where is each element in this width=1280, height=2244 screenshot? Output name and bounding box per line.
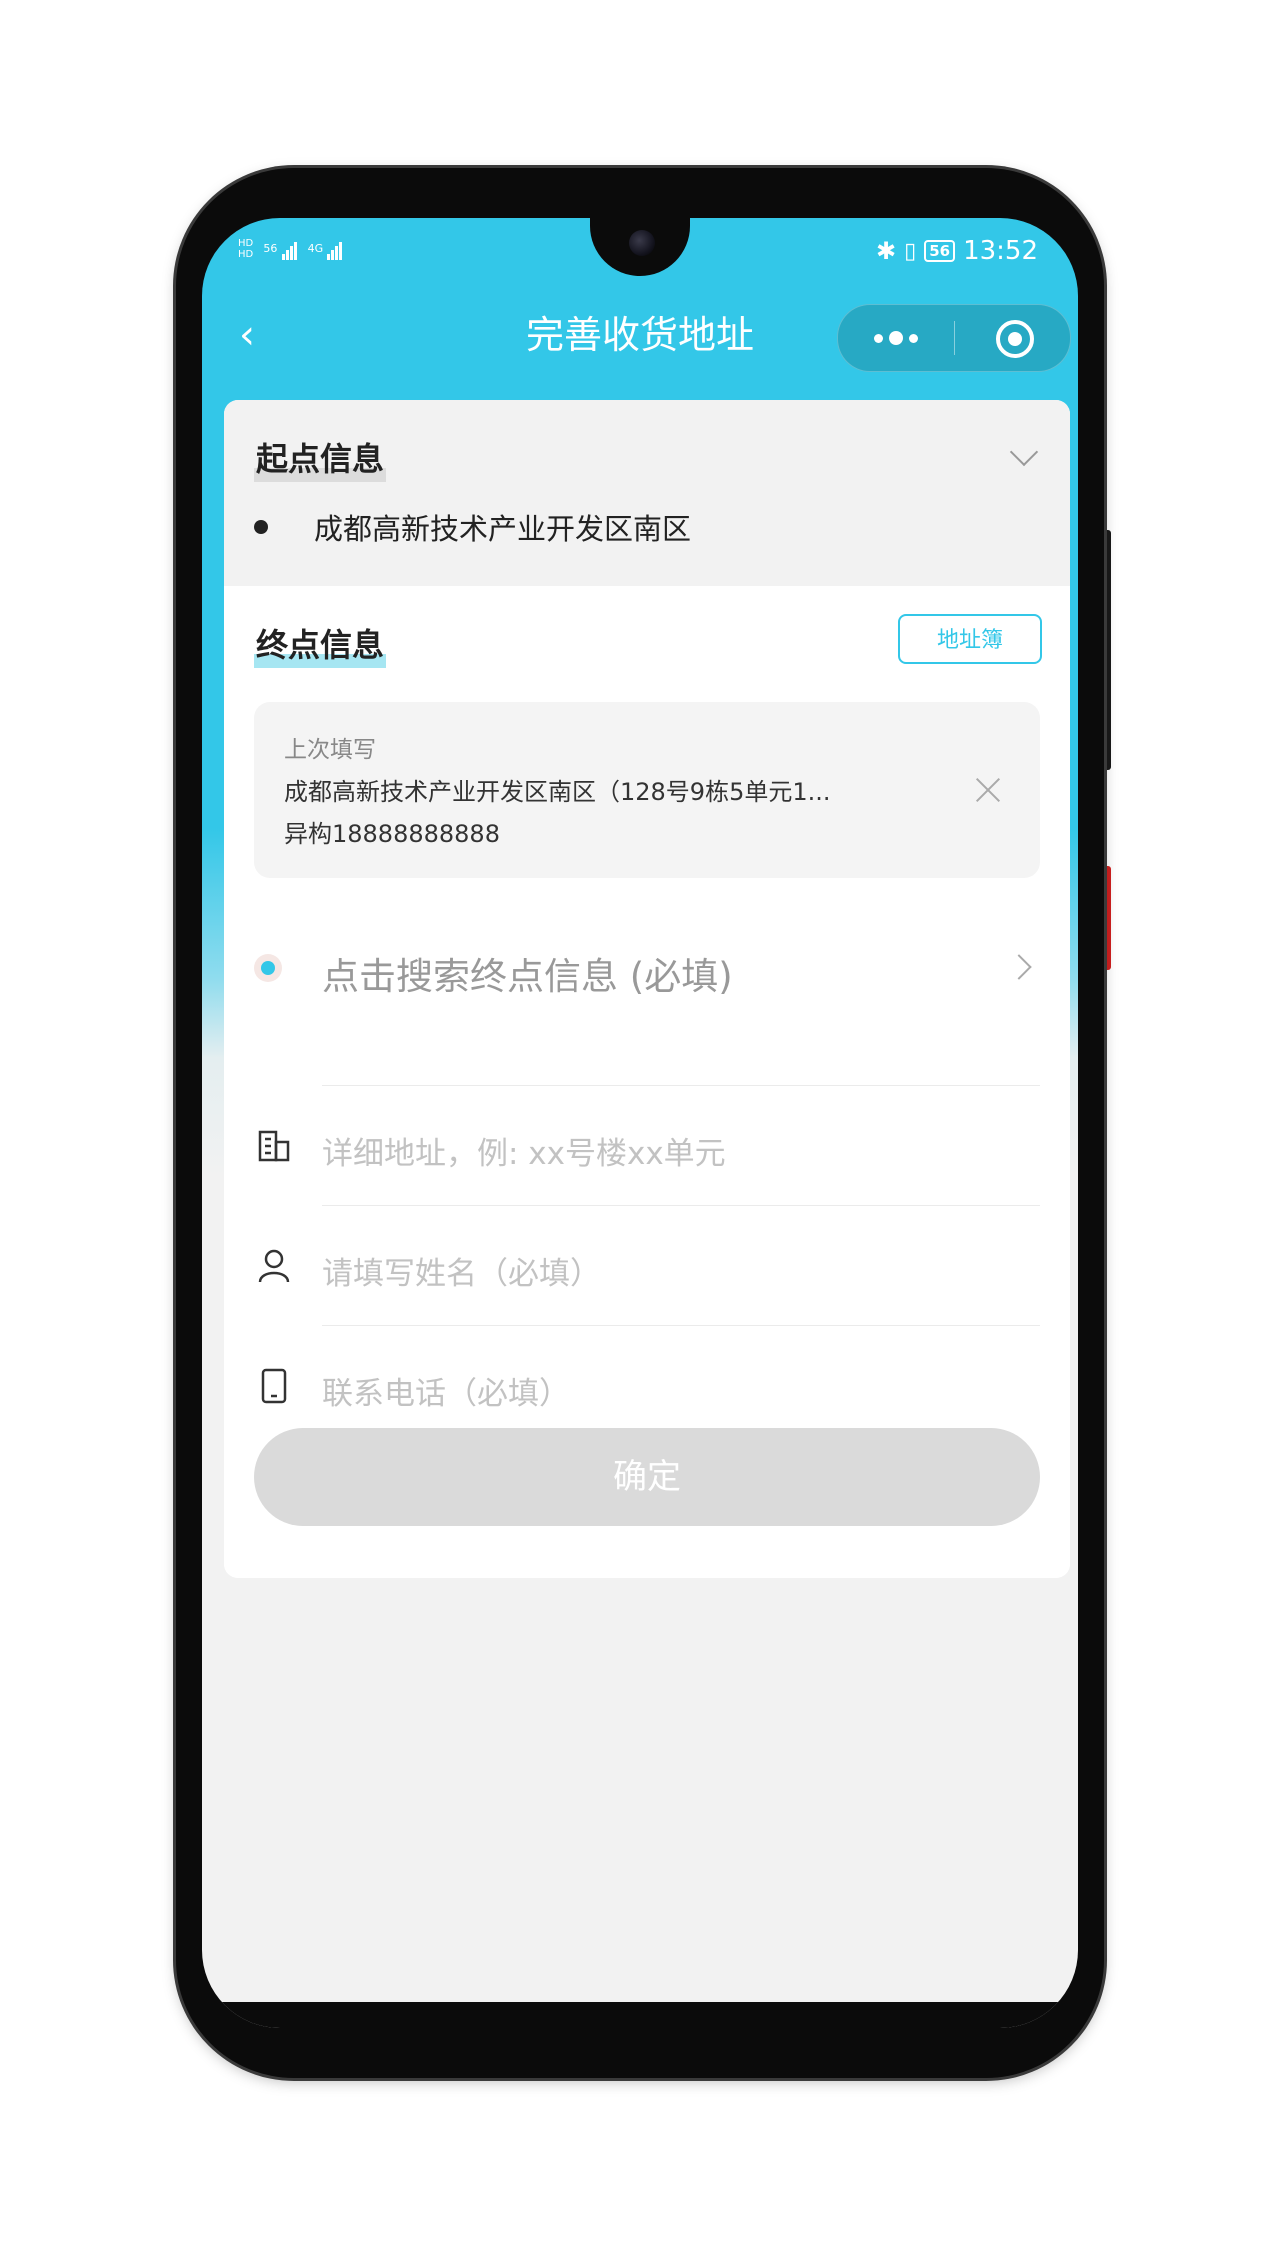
power-button [1104, 866, 1111, 970]
status-time: 13:52 [963, 236, 1038, 266]
navigation-bar: ‹ 完善收货地址 [202, 290, 1078, 380]
detail-address-input[interactable]: 详细地址，例: xx号楼xx单元 [322, 1128, 726, 1173]
phone-screen: HD HD 56 4G ✱ ▯ 56 13:52 ‹ 完善收货地址 起点信息 成… [202, 218, 1078, 2028]
start-info-section[interactable]: 起点信息 成都高新技术产业开发区南区 [224, 400, 1070, 586]
status-bar-right: ✱ ▯ 56 13:52 [876, 236, 1038, 266]
target-circle-icon[interactable] [996, 320, 1034, 358]
capsule-divider [954, 321, 955, 355]
building-icon [258, 1130, 290, 1162]
name-input[interactable]: 请填写姓名（必填） [322, 1248, 601, 1293]
chevron-right-icon [1006, 954, 1032, 980]
network-signal-icon: 4G [308, 242, 344, 260]
end-info-section: 终点信息 地址簿 上次填写 成都高新技术产业开发区南区（128号9栋5单元1..… [224, 586, 1070, 1578]
phone-input[interactable]: 联系电话（必填） [322, 1368, 570, 1413]
sim-signal-icon: 56 [263, 242, 297, 260]
hd-icon: HD HD [238, 238, 254, 260]
bottom-bezel [202, 2002, 1078, 2028]
end-info-title: 终点信息 [254, 618, 387, 668]
end-search-row[interactable]: 点击搜索终点信息 (必填) [224, 904, 1070, 1036]
close-icon[interactable] [974, 776, 1002, 804]
mini-program-capsule [837, 304, 1071, 372]
front-camera [629, 230, 655, 256]
last-filled-address: 成都高新技术产业开发区南区（128号9栋5单元1... [284, 778, 831, 806]
battery-icon: 56 [924, 240, 956, 262]
address-book-button[interactable]: 地址簿 [898, 614, 1042, 664]
last-filled-label: 上次填写 [284, 737, 376, 763]
last-filled-card[interactable]: 上次填写 成都高新技术产业开发区南区（128号9栋5单元1... 异构18888… [254, 702, 1040, 878]
mobile-phone-icon [261, 1368, 287, 1404]
end-search-placeholder: 点击搜索终点信息 (必填) [322, 955, 733, 998]
person-icon [258, 1249, 290, 1283]
more-dots-icon[interactable] [838, 305, 953, 371]
confirm-button[interactable]: 确定 [254, 1428, 1040, 1526]
end-dot-icon [254, 954, 282, 982]
name-field[interactable]: 请填写姓名（必填） [224, 1206, 1070, 1326]
start-dot-icon [254, 520, 268, 534]
bluetooth-icon: ✱ [875, 237, 897, 265]
vibrate-icon: ▯ [904, 238, 917, 264]
start-info-title: 起点信息 [254, 432, 387, 482]
address-card: 起点信息 成都高新技术产业开发区南区 终点信息 地址簿 上次填写 成都高新技术产… [224, 400, 1070, 1578]
chevron-down-icon[interactable] [1009, 437, 1039, 467]
status-bar-left: HD HD 56 4G [238, 238, 349, 260]
last-filled-contact: 异构18888888888 [284, 820, 500, 848]
volume-button [1104, 530, 1111, 770]
detail-address-field[interactable]: 详细地址，例: xx号楼xx单元 [224, 1086, 1070, 1206]
start-address: 成都高新技术产业开发区南区 [314, 512, 692, 546]
